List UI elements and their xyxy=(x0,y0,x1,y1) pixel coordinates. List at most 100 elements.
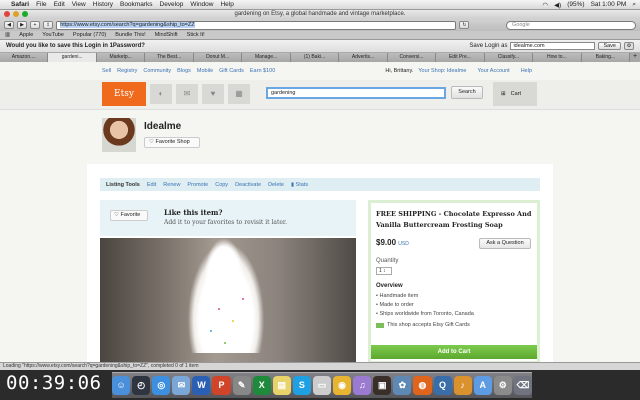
tool-promote[interactable]: Promote xyxy=(187,182,208,188)
forward-button[interactable]: ▶ xyxy=(17,21,27,29)
trash-icon[interactable]: ⌫ xyxy=(513,376,532,395)
favorites-heart-icon[interactable]: ♥ xyxy=(202,84,224,104)
bookmark-stick-it[interactable]: Stick It! xyxy=(187,32,205,38)
etsy-logo[interactable]: Etsy xyxy=(102,82,146,106)
minimize-window-button[interactable] xyxy=(13,11,19,17)
tab-baking-2[interactable]: Baking... xyxy=(581,53,631,62)
menu-window[interactable]: Window xyxy=(190,1,213,8)
battery-status[interactable]: (95%) xyxy=(567,1,584,8)
menu-history[interactable]: History xyxy=(93,1,113,8)
nav-community[interactable]: Community xyxy=(143,68,171,74)
nav-gift-cards[interactable]: Gift Cards xyxy=(219,68,244,74)
menu-help[interactable]: Help xyxy=(220,1,233,8)
search-button[interactable]: Search xyxy=(451,86,483,99)
tab-amazon[interactable]: Amazon.... xyxy=(0,53,49,62)
menu-file[interactable]: File xyxy=(36,1,46,8)
nav-blogs[interactable]: Blogs xyxy=(177,68,191,74)
share-icon[interactable]: ⇪ xyxy=(43,21,54,29)
ask-question-button[interactable]: Ask a Question xyxy=(479,238,531,249)
word-icon[interactable]: W xyxy=(192,376,211,395)
notes-icon[interactable]: ▭ xyxy=(312,376,332,395)
tab-manage[interactable]: Manage... xyxy=(242,53,291,62)
iphoto-icon[interactable]: ✿ xyxy=(393,376,412,395)
excel-icon[interactable]: X xyxy=(252,376,271,395)
add-to-cart-button[interactable]: Add to Cart xyxy=(371,345,537,359)
tab-marketplace[interactable]: Marketp... xyxy=(96,53,146,62)
reading-list-icon[interactable]: ▥ xyxy=(5,32,10,38)
nav-registry[interactable]: Registry xyxy=(117,68,137,74)
tool-stats[interactable]: ▮ Stats xyxy=(291,182,308,188)
itunes-icon[interactable]: ♫ xyxy=(353,376,372,395)
firefox-icon[interactable]: ◍ xyxy=(413,376,432,395)
tool-edit[interactable]: Edit xyxy=(147,182,156,188)
tab-how-to[interactable]: How to... xyxy=(533,53,582,62)
app-store-icon[interactable]: A xyxy=(473,376,492,395)
powerpoint-icon[interactable]: P xyxy=(212,376,231,395)
help-link[interactable]: Help xyxy=(521,68,532,74)
menu-view[interactable]: View xyxy=(72,1,86,8)
wifi-icon[interactable]: ◠ xyxy=(542,1,548,9)
bookmark-popular[interactable]: Popular (770) xyxy=(73,32,106,38)
tab-the-best[interactable]: The Best... xyxy=(145,53,194,62)
menu-bookmarks[interactable]: Bookmarks xyxy=(120,1,153,8)
garageband-icon[interactable]: ♪ xyxy=(453,376,472,395)
bookmark-mindshift[interactable]: MindShift xyxy=(155,32,178,38)
menu-app-safari[interactable]: Safari xyxy=(11,1,29,8)
listing-photo[interactable] xyxy=(100,238,356,362)
tab-gardening[interactable]: gardeni... xyxy=(48,53,97,62)
your-account-link[interactable]: Your Account xyxy=(477,68,509,74)
menu-develop[interactable]: Develop xyxy=(160,1,184,8)
save-login-button[interactable]: Save xyxy=(598,42,621,50)
volume-icon[interactable]: ◀) xyxy=(554,1,561,9)
shop-name[interactable]: Idealme xyxy=(144,121,181,132)
favorite-item-button[interactable]: ♡ Favorite xyxy=(110,210,148,221)
favorite-shop-button[interactable]: ♡ Favorite Shop xyxy=(144,137,200,148)
menu-edit[interactable]: Edit xyxy=(54,1,65,8)
tab-edit-profile[interactable]: Edit Pre... xyxy=(436,53,485,62)
skype-icon[interactable]: S xyxy=(292,376,311,395)
tool-copy[interactable]: Copy xyxy=(215,182,228,188)
quicktime-icon[interactable]: Q xyxy=(433,376,452,395)
tab-advertise[interactable]: Advertis... xyxy=(339,53,388,62)
activity-icon[interactable]: ◐ xyxy=(150,84,172,104)
chrome-icon[interactable]: ◉ xyxy=(333,376,352,395)
tool-renew[interactable]: Renew xyxy=(163,182,180,188)
spotlight-icon[interactable]: ⌕ xyxy=(632,1,636,9)
mail-icon[interactable]: ✉ xyxy=(172,376,191,395)
nav-sell[interactable]: Sell xyxy=(102,68,111,74)
finder-icon[interactable]: ☺ xyxy=(112,376,131,395)
tab-classify[interactable]: Classify... xyxy=(484,53,534,62)
tab-baking-1[interactable]: (1) Baki... xyxy=(290,53,340,62)
bookmark-apple[interactable]: Apple xyxy=(19,32,33,38)
back-button[interactable]: ◀ xyxy=(4,21,14,29)
bookmark-bundle-this[interactable]: Bundle This! xyxy=(115,32,145,38)
quantity-select[interactable]: 1 ↕ xyxy=(376,267,392,275)
nav-earn[interactable]: Earn $100 xyxy=(250,68,275,74)
shop-avatar[interactable] xyxy=(102,118,136,152)
tool-delete[interactable]: Delete xyxy=(268,182,284,188)
stickies-icon[interactable]: ▤ xyxy=(272,376,291,395)
safari-icon[interactable]: ◎ xyxy=(152,376,171,395)
reload-icon[interactable]: ↻ xyxy=(459,21,470,29)
google-search-field[interactable]: Google xyxy=(506,20,636,30)
tab-donut[interactable]: Donut M... xyxy=(193,53,243,62)
messages-icon[interactable]: ✉ xyxy=(176,84,198,104)
script-icon[interactable]: ✎ xyxy=(232,376,251,395)
login-name-input[interactable]: idealme.com xyxy=(510,42,596,50)
photo-booth-icon[interactable]: ▣ xyxy=(373,376,392,395)
shop-icon[interactable]: ▦ xyxy=(228,84,250,104)
system-preferences-icon[interactable]: ⚙ xyxy=(493,376,512,395)
zoom-window-button[interactable] xyxy=(22,11,28,17)
nav-mobile[interactable]: Mobile xyxy=(197,68,213,74)
dashboard-icon[interactable]: ◴ xyxy=(132,376,151,395)
cart-button[interactable]: ⊞ Cart xyxy=(493,82,537,106)
tab-conversion[interactable]: Conversi... xyxy=(387,53,437,62)
close-window-button[interactable] xyxy=(4,11,10,17)
clock[interactable]: Sat 1:00 PM xyxy=(591,1,627,8)
bookmark-youtube[interactable]: YouTube xyxy=(42,32,64,38)
gear-icon[interactable]: ⚙ xyxy=(624,42,634,50)
new-tab-button[interactable]: + xyxy=(630,53,640,62)
tool-deactivate[interactable]: Deactivate xyxy=(235,182,261,188)
add-bookmark-icon[interactable]: + xyxy=(30,21,40,29)
shop-search-input[interactable]: gardening xyxy=(266,87,446,99)
